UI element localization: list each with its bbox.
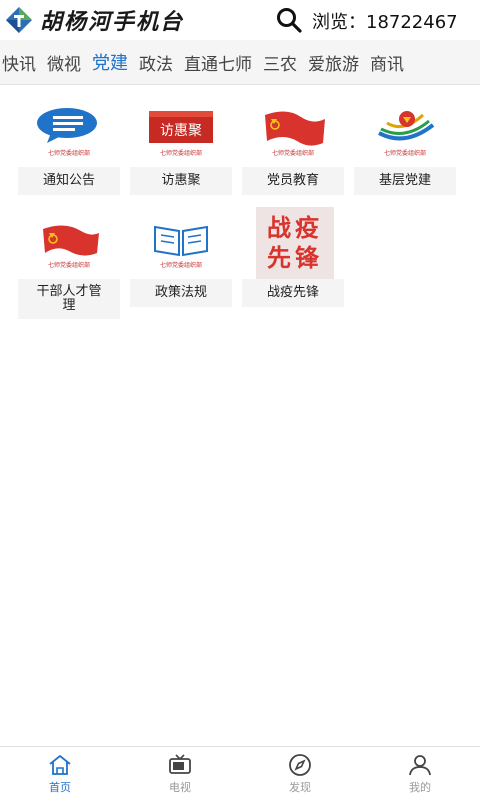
app-logo: 胡杨河手机台	[4, 4, 184, 36]
grid-item-grassroots-party[interactable]: 七师党委组织部 基层党建	[354, 95, 456, 195]
nav-label: 首页	[49, 781, 71, 794]
grid-item-party-education[interactable]: 七师党委组织部 党员教育	[242, 95, 344, 195]
grid-item-label: 通知公告	[18, 167, 120, 195]
nav-label: 电视	[169, 781, 191, 794]
compass-icon	[289, 754, 311, 776]
grid-thumb: 七师党委组织部	[242, 95, 344, 167]
tab-kuaixun[interactable]: 快讯	[2, 50, 45, 75]
tab-shangxun[interactable]: 商讯	[370, 50, 413, 75]
tv-icon	[169, 754, 191, 774]
grid-item-label: 政策法规	[130, 279, 232, 307]
book-icon: 七师党委组织部	[154, 225, 208, 269]
thumb-caption: 七师党委组织部	[160, 149, 202, 157]
tab-zhengfa[interactable]: 政法	[139, 50, 182, 75]
grid-item-policy[interactable]: 七师党委组织部 政策法规	[130, 207, 232, 307]
grid-item-fanghuiju[interactable]: 访惠聚 七师党委组织部 访惠聚	[130, 95, 232, 195]
grid-thumb: 七师党委组织部	[354, 95, 456, 167]
view-counter: 浏览：18722467	[312, 8, 458, 34]
thumb-caption: 七师党委组织部	[272, 149, 314, 157]
views-count: 18722467	[366, 12, 458, 33]
search-icon[interactable]	[275, 6, 303, 34]
nav-label: 发现	[289, 781, 311, 794]
logo-mark-icon	[6, 7, 32, 33]
tab-ailvyou[interactable]: 爱旅游	[308, 50, 368, 75]
logo-text: 胡杨河手机台	[40, 9, 185, 35]
party-flag-icon: 七师党委组织部	[43, 225, 99, 269]
grid-item-label: 战疫先锋	[242, 279, 344, 307]
fight-epidemic-icon: 战疫 先锋	[256, 207, 334, 279]
grid-thumb: 访惠聚 七师党委组织部	[130, 95, 232, 167]
zy-line-2: 先锋	[267, 243, 323, 272]
banner-icon: 访惠聚 七师党委组织部	[149, 111, 213, 157]
user-icon	[409, 755, 431, 776]
bottom-navigation: 首页 电视 发现 我的	[0, 746, 480, 801]
announcement-icon: 七师党委组织部	[37, 108, 97, 157]
grid-thumb: 七师党委组织部	[18, 207, 120, 279]
grid-item-label: 党员教育	[242, 167, 344, 195]
grid-item-announcement[interactable]: 七师党委组织部 通知公告	[18, 95, 120, 195]
thumb-caption: 七师党委组织部	[384, 149, 426, 157]
tab-dangjian[interactable]: 党建	[92, 49, 137, 75]
thumb-caption: 七师党委组织部	[160, 261, 202, 269]
views-label: 浏览：	[312, 12, 366, 33]
nav-label: 我的	[409, 781, 431, 794]
grid-thumb: 战疫 先锋	[242, 207, 344, 279]
party-flag-icon: 七师党委组织部	[265, 111, 325, 157]
nav-mine[interactable]: 我的	[360, 747, 480, 801]
party-emblem-icon: 七师党委组织部	[378, 111, 435, 157]
zy-line-1: 战疫	[267, 213, 323, 242]
app-header: 胡杨河手机台 浏览：18722467	[0, 0, 480, 40]
nav-discover[interactable]: 发现	[240, 747, 360, 801]
grid-item-label: 基层党建	[354, 167, 456, 195]
nav-home[interactable]: 首页	[0, 747, 120, 801]
grid-item-fight-epidemic[interactable]: 战疫 先锋 战疫先锋	[242, 207, 344, 307]
grid-item-label: 访惠聚	[130, 167, 232, 195]
grid-item-label: 干部人才管理	[18, 279, 120, 319]
nav-tv[interactable]: 电视	[120, 747, 240, 801]
banner-text: 访惠聚	[160, 123, 202, 139]
grid-thumb: 七师党委组织部	[130, 207, 232, 279]
grid-item-cadre-management[interactable]: 七师党委组织部 干部人才管理	[18, 207, 120, 319]
tab-zhitong-qishi[interactable]: 直通七师	[184, 50, 261, 75]
thumb-caption: 七师党委组织部	[48, 149, 90, 157]
tab-weishi[interactable]: 微视	[47, 50, 90, 75]
category-tabs: 快讯 微视 党建 政法 直通七师 三农 爱旅游 商讯	[0, 40, 480, 85]
tab-sannong[interactable]: 三农	[263, 50, 306, 75]
thumb-caption: 七师党委组织部	[48, 261, 90, 269]
grid-thumb: 七师党委组织部	[18, 95, 120, 167]
home-icon	[49, 755, 71, 775]
